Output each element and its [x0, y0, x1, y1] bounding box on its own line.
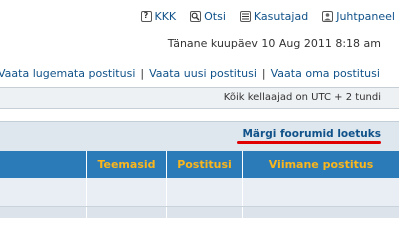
table-cell: [166, 207, 242, 218]
link-separator: |: [140, 66, 145, 80]
search-links-bar: Vaata lugemata postitusi | Vaata uusi po…: [0, 62, 399, 84]
forum-table-header: Teemasid Postitusi Viimane postitus: [0, 151, 399, 178]
table-cell: [0, 178, 86, 206]
current-date: Tänane kuupäev 10 Aug 2011 8:18 am: [167, 37, 381, 50]
timezone-bar: Kõik kellaajad on UTC + 2 tundi: [0, 87, 399, 109]
ucp-label: Juhtpaneel: [336, 9, 395, 23]
table-cell: [242, 207, 399, 218]
last-post-column-header: Viimane postitus: [242, 151, 399, 178]
table-row: [0, 178, 399, 207]
mark-forums-read-link[interactable]: Märgi foorumid loetuks: [242, 128, 381, 140]
view-new-posts-link[interactable]: Vaata uusi postitusi: [149, 67, 257, 80]
table-cell: [0, 207, 86, 218]
table-cell: [86, 207, 166, 218]
faq-icon: ?: [140, 10, 152, 22]
members-link[interactable]: Kasutajad: [239, 9, 309, 23]
search-link[interactable]: Otsi: [190, 10, 226, 23]
members-label: Kasutajad: [253, 9, 309, 23]
user-control-panel-icon: [322, 10, 334, 22]
ucp-link[interactable]: Juhtpaneel: [322, 10, 395, 23]
highlight-underline: [237, 141, 381, 144]
forum-column-header: [0, 151, 86, 178]
table-cell: [242, 178, 399, 206]
faq-label: KKK: [154, 9, 177, 23]
members-list-icon: [239, 10, 251, 22]
faq-link[interactable]: ? KKK: [140, 9, 177, 23]
view-own-posts-link[interactable]: Vaata oma postitusi: [271, 67, 380, 80]
posts-column-header: Postitusi: [166, 151, 242, 178]
link-separator: |: [261, 66, 266, 80]
top-navigation: ? KKK Otsi Kasutajad Juhtpaneel: [140, 8, 395, 24]
view-unread-posts-link[interactable]: Vaata lugemata postitusi: [0, 67, 135, 80]
topics-column-header: Teemasid: [86, 151, 166, 178]
search-icon: [190, 10, 202, 22]
table-cell: [86, 178, 166, 206]
timezone-text: Kõik kellaajad on UTC + 2 tundi: [223, 92, 381, 103]
table-cell: [166, 178, 242, 206]
table-row: [0, 207, 399, 218]
search-label: Otsi: [204, 9, 226, 23]
